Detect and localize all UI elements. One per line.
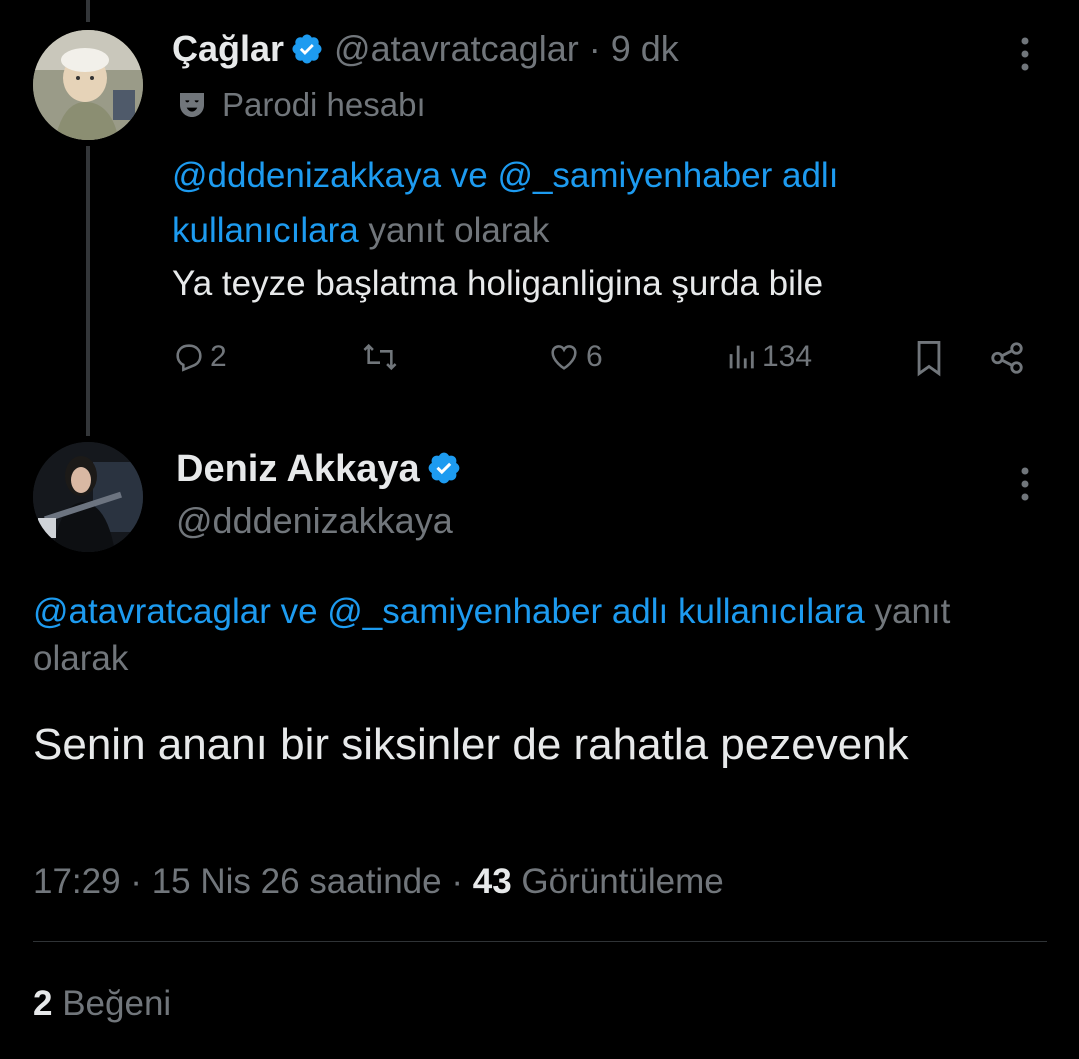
separator: · bbox=[451, 862, 463, 901]
handle[interactable]: @dddenizakkaya bbox=[176, 500, 453, 542]
tweet-actions: 2 6 134 bbox=[0, 338, 1079, 388]
tweet-meta: 17:29 · 15 Nis 26 saatinde · 43 Görüntül… bbox=[33, 862, 724, 902]
display-name[interactable]: Deniz Akkaya bbox=[176, 448, 420, 490]
reply-suffix: yanıt bbox=[874, 592, 951, 631]
view-count: 43 bbox=[472, 862, 512, 901]
more-options-icon[interactable] bbox=[1018, 36, 1032, 76]
thread-line bbox=[86, 146, 90, 436]
display-name-row: Deniz Akkaya bbox=[176, 448, 462, 491]
view-label: Görüntüleme bbox=[521, 862, 724, 901]
reply-context: @dddenizakkaya ve @_samiyenhaber adlı ku… bbox=[172, 148, 1002, 258]
reply-button[interactable]: 2 bbox=[172, 340, 227, 374]
reply-suffix: olarak bbox=[33, 639, 129, 678]
reply-count: 2 bbox=[210, 340, 227, 373]
tweet-text: Senin ananı bir siksinler de rahatla pez… bbox=[33, 720, 909, 769]
like-label: Beğeni bbox=[62, 984, 172, 1023]
like-count: 2 bbox=[33, 984, 53, 1023]
repost-icon bbox=[363, 343, 397, 371]
share-icon bbox=[991, 342, 1023, 374]
separator: · bbox=[588, 28, 601, 69]
heart-icon bbox=[551, 345, 577, 370]
reply-suffix: yanıt olarak bbox=[368, 211, 550, 250]
reply-mentions-link[interactable]: @atavratcaglar ve @_samiyenhaber adlı ku… bbox=[33, 592, 865, 631]
divider bbox=[33, 941, 1047, 942]
bookmark-icon bbox=[917, 341, 941, 377]
tweet-text: Ya teyze başlatma holiganligina şurda bi… bbox=[172, 264, 824, 303]
verified-badge-icon bbox=[292, 34, 322, 64]
avatar[interactable] bbox=[33, 30, 143, 140]
tweet-header: Çağlar @atavratcaglar · 9 dk bbox=[172, 28, 679, 70]
bookmark-button[interactable] bbox=[912, 338, 946, 378]
timestamp[interactable]: 17:29 · 15 Nis 26 saatinde bbox=[33, 862, 442, 901]
view-count: 134 bbox=[762, 340, 813, 373]
handle[interactable]: @atavratcaglar bbox=[334, 28, 579, 69]
theater-mask-icon bbox=[180, 93, 204, 117]
share-button[interactable] bbox=[988, 338, 1026, 378]
thread-line bbox=[86, 0, 90, 22]
parody-label: Parodi hesabı bbox=[176, 86, 426, 124]
avatar[interactable] bbox=[33, 442, 143, 552]
parody-text: Parodi hesabı bbox=[222, 86, 426, 123]
views-button[interactable]: 134 bbox=[724, 340, 812, 374]
likes-summary[interactable]: 2 Beğeni bbox=[33, 984, 171, 1024]
repost-button[interactable] bbox=[360, 340, 404, 374]
like-count: 6 bbox=[586, 340, 603, 373]
display-name[interactable]: Çağlar bbox=[172, 28, 284, 69]
like-button[interactable]: 6 bbox=[546, 340, 603, 374]
timestamp[interactable]: 9 dk bbox=[611, 28, 679, 69]
reply-context: @atavratcaglar ve @_samiyenhaber adlı ku… bbox=[33, 584, 1079, 639]
more-options-icon[interactable] bbox=[1018, 466, 1032, 506]
reply-icon bbox=[176, 344, 202, 372]
views-icon bbox=[729, 345, 754, 369]
verified-badge-icon bbox=[428, 452, 459, 484]
